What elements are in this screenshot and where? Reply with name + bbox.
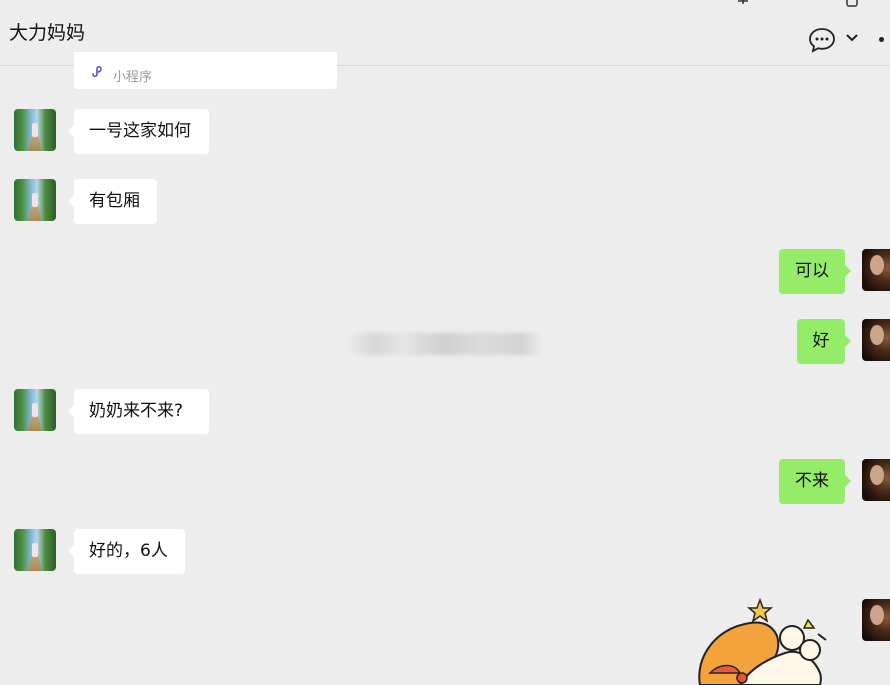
chevron-down-icon[interactable] xyxy=(845,33,859,43)
mini-program-icon xyxy=(92,65,102,78)
contact-avatar[interactable] xyxy=(14,109,56,151)
contact-avatar[interactable] xyxy=(14,529,56,571)
window-icon[interactable] xyxy=(845,0,859,8)
blurred-system-notice xyxy=(345,333,542,355)
self-avatar[interactable] xyxy=(862,459,890,501)
pin-icon[interactable] xyxy=(736,0,750,8)
message-bubble[interactable]: 好 xyxy=(797,319,851,364)
message-bubble[interactable]: 不来 xyxy=(779,459,851,504)
contact-avatar[interactable] xyxy=(14,389,56,431)
contact-avatar[interactable] xyxy=(14,179,56,221)
self-avatar[interactable] xyxy=(862,599,890,641)
message-bubble[interactable]: 好的，6人 xyxy=(68,529,185,574)
self-avatar[interactable] xyxy=(862,249,890,291)
sticker-image[interactable] xyxy=(680,598,840,685)
chat-bubble-icon[interactable] xyxy=(808,27,836,53)
message-bubble[interactable]: 有包厢 xyxy=(68,179,157,224)
message-bubble[interactable]: 可以 xyxy=(779,249,851,294)
more-icon[interactable] xyxy=(879,37,884,42)
mini-program-label: 小程序 xyxy=(113,70,153,85)
message-bubble[interactable]: 奶奶来不来? xyxy=(68,389,209,434)
self-avatar[interactable] xyxy=(862,319,890,361)
mini-program-card[interactable]: 小程序 xyxy=(74,52,337,89)
chat-title: 大力妈妈 xyxy=(9,22,86,44)
message-bubble[interactable]: 一号这家如何 xyxy=(68,109,209,154)
